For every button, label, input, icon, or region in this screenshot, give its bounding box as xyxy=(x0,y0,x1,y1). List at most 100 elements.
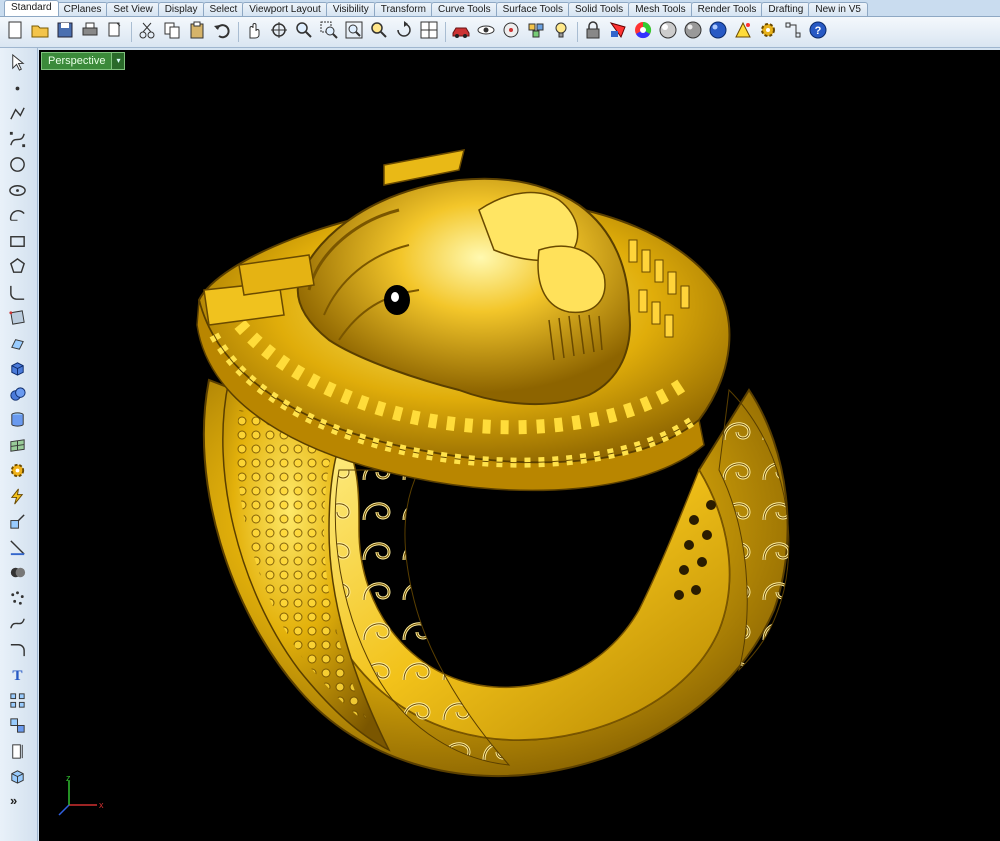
box-3d-button[interactable] xyxy=(6,768,28,790)
settings-gear-button[interactable] xyxy=(756,21,779,44)
trim-icon xyxy=(8,538,27,562)
perspective-viewport[interactable]: Perspective ▾ x z xyxy=(39,50,1000,841)
save-icon xyxy=(55,20,75,45)
blue-sphere-button[interactable] xyxy=(706,21,729,44)
highlight-button[interactable] xyxy=(731,21,754,44)
lightning-button[interactable] xyxy=(6,488,28,510)
snap-grid-button[interactable] xyxy=(781,21,804,44)
dimension-button[interactable] xyxy=(6,743,28,765)
open-file-button[interactable] xyxy=(28,21,51,44)
polygon-button[interactable] xyxy=(6,258,28,280)
zoom-selected-button[interactable] xyxy=(367,21,390,44)
tab-viewport-layout[interactable]: Viewport Layout xyxy=(242,2,328,16)
rotate-view-button[interactable] xyxy=(267,21,290,44)
copy-properties-button[interactable] xyxy=(103,21,126,44)
fillet-curve-button[interactable] xyxy=(6,284,28,306)
text-icon: T xyxy=(8,665,27,689)
mesh-button[interactable] xyxy=(6,437,28,459)
rotate-button[interactable] xyxy=(392,20,415,44)
split-button[interactable] xyxy=(6,513,28,535)
new-file-button[interactable] xyxy=(3,21,26,44)
tab-cplanes[interactable]: CPlanes xyxy=(56,2,109,16)
gear-transform-icon xyxy=(8,461,27,485)
ring-model[interactable] xyxy=(39,50,1000,841)
lightbulb-button[interactable] xyxy=(549,21,572,44)
rebuild-curve-button[interactable] xyxy=(6,615,28,637)
hide-button[interactable] xyxy=(474,21,497,44)
color-wheel-button[interactable] xyxy=(631,21,654,44)
tab-drafting[interactable]: Drafting xyxy=(761,2,811,16)
shaded-sphere-icon xyxy=(683,20,703,45)
sphere-union-button[interactable] xyxy=(6,386,28,408)
zoom-button[interactable] xyxy=(292,21,315,44)
box-solid-button[interactable] xyxy=(6,360,28,382)
ellipse-button[interactable] xyxy=(6,182,28,204)
polyline-button[interactable] xyxy=(6,105,28,127)
boolean-button[interactable] xyxy=(6,564,28,586)
viewport-title-tab[interactable]: Perspective ▾ xyxy=(41,52,126,70)
zoom-extents-button[interactable] xyxy=(342,21,365,44)
gear-transform-button[interactable] xyxy=(6,462,28,484)
arc-button[interactable] xyxy=(6,207,28,229)
pan-hand-button[interactable] xyxy=(242,21,265,44)
save-button[interactable] xyxy=(53,21,76,44)
four-viewports-button[interactable] xyxy=(417,21,440,44)
text-button[interactable]: T xyxy=(6,666,28,688)
point-cloud-button[interactable] xyxy=(6,590,28,612)
copy-icon xyxy=(162,20,182,45)
help-button[interactable]: ? xyxy=(806,21,829,44)
point-icon xyxy=(8,79,27,103)
sphere-select-button[interactable] xyxy=(499,21,522,44)
tab-render-tools[interactable]: Render Tools xyxy=(690,2,764,16)
copy-properties-icon xyxy=(105,20,125,45)
lock-button[interactable] xyxy=(581,20,604,44)
tab-surface-tools[interactable]: Surface Tools xyxy=(495,2,570,16)
rectangle-button[interactable] xyxy=(6,233,28,255)
split-icon xyxy=(8,512,27,536)
tab-visibility[interactable]: Visibility xyxy=(325,2,376,16)
circle-button[interactable] xyxy=(6,156,28,178)
tab-curve-tools[interactable]: Curve Tools xyxy=(430,2,498,16)
shaded-sphere-button[interactable] xyxy=(681,21,704,44)
layer-button[interactable] xyxy=(524,21,547,44)
tab-display[interactable]: Display xyxy=(157,2,205,16)
copy-button[interactable] xyxy=(160,21,183,44)
render-sphere-button[interactable] xyxy=(656,21,679,44)
tab-new-in-v5[interactable]: New in V5 xyxy=(808,2,868,16)
group-button[interactable] xyxy=(6,717,28,739)
print-button[interactable] xyxy=(78,21,101,44)
properties-button[interactable] xyxy=(606,21,629,44)
cut-button[interactable] xyxy=(135,21,158,44)
surface-points-icon xyxy=(8,308,27,332)
viewport-menu-arrow-icon[interactable]: ▾ xyxy=(111,53,125,69)
undo-button[interactable] xyxy=(210,21,233,44)
zoom-window-button[interactable] xyxy=(317,21,340,44)
tab-set-view[interactable]: Set View xyxy=(106,2,160,16)
tab-solid-tools[interactable]: Solid Tools xyxy=(568,2,631,16)
cylinder-button[interactable] xyxy=(6,411,28,433)
car-display-button[interactable] xyxy=(449,21,472,44)
fillet-curve-icon xyxy=(8,283,27,307)
select-arrow-button[interactable] xyxy=(6,53,28,76)
surface-points-button[interactable] xyxy=(6,309,28,331)
polygon-icon xyxy=(8,257,27,281)
tab-mesh-tools[interactable]: Mesh Tools xyxy=(628,2,693,16)
more-tools-button[interactable]: » xyxy=(10,793,17,808)
extrude-surface-button[interactable] xyxy=(6,335,28,357)
tab-standard[interactable]: Standard xyxy=(4,0,59,16)
trim-button[interactable] xyxy=(6,539,28,561)
main-left-toolbar: T» xyxy=(0,48,38,841)
array-button[interactable] xyxy=(6,692,28,714)
paste-button[interactable] xyxy=(185,21,208,44)
mesh-icon xyxy=(8,436,27,460)
zoom-extents-icon xyxy=(344,20,364,45)
curve-button[interactable] xyxy=(6,131,28,153)
lightbulb-icon xyxy=(551,20,571,45)
point-button[interactable] xyxy=(6,80,28,102)
fillet-edge-button[interactable] xyxy=(6,641,28,663)
tab-transform[interactable]: Transform xyxy=(373,2,433,16)
color-wheel-icon xyxy=(633,20,653,45)
tab-select[interactable]: Select xyxy=(202,2,245,16)
car-display-icon xyxy=(451,20,471,45)
viewport-title-label[interactable]: Perspective xyxy=(42,53,111,69)
